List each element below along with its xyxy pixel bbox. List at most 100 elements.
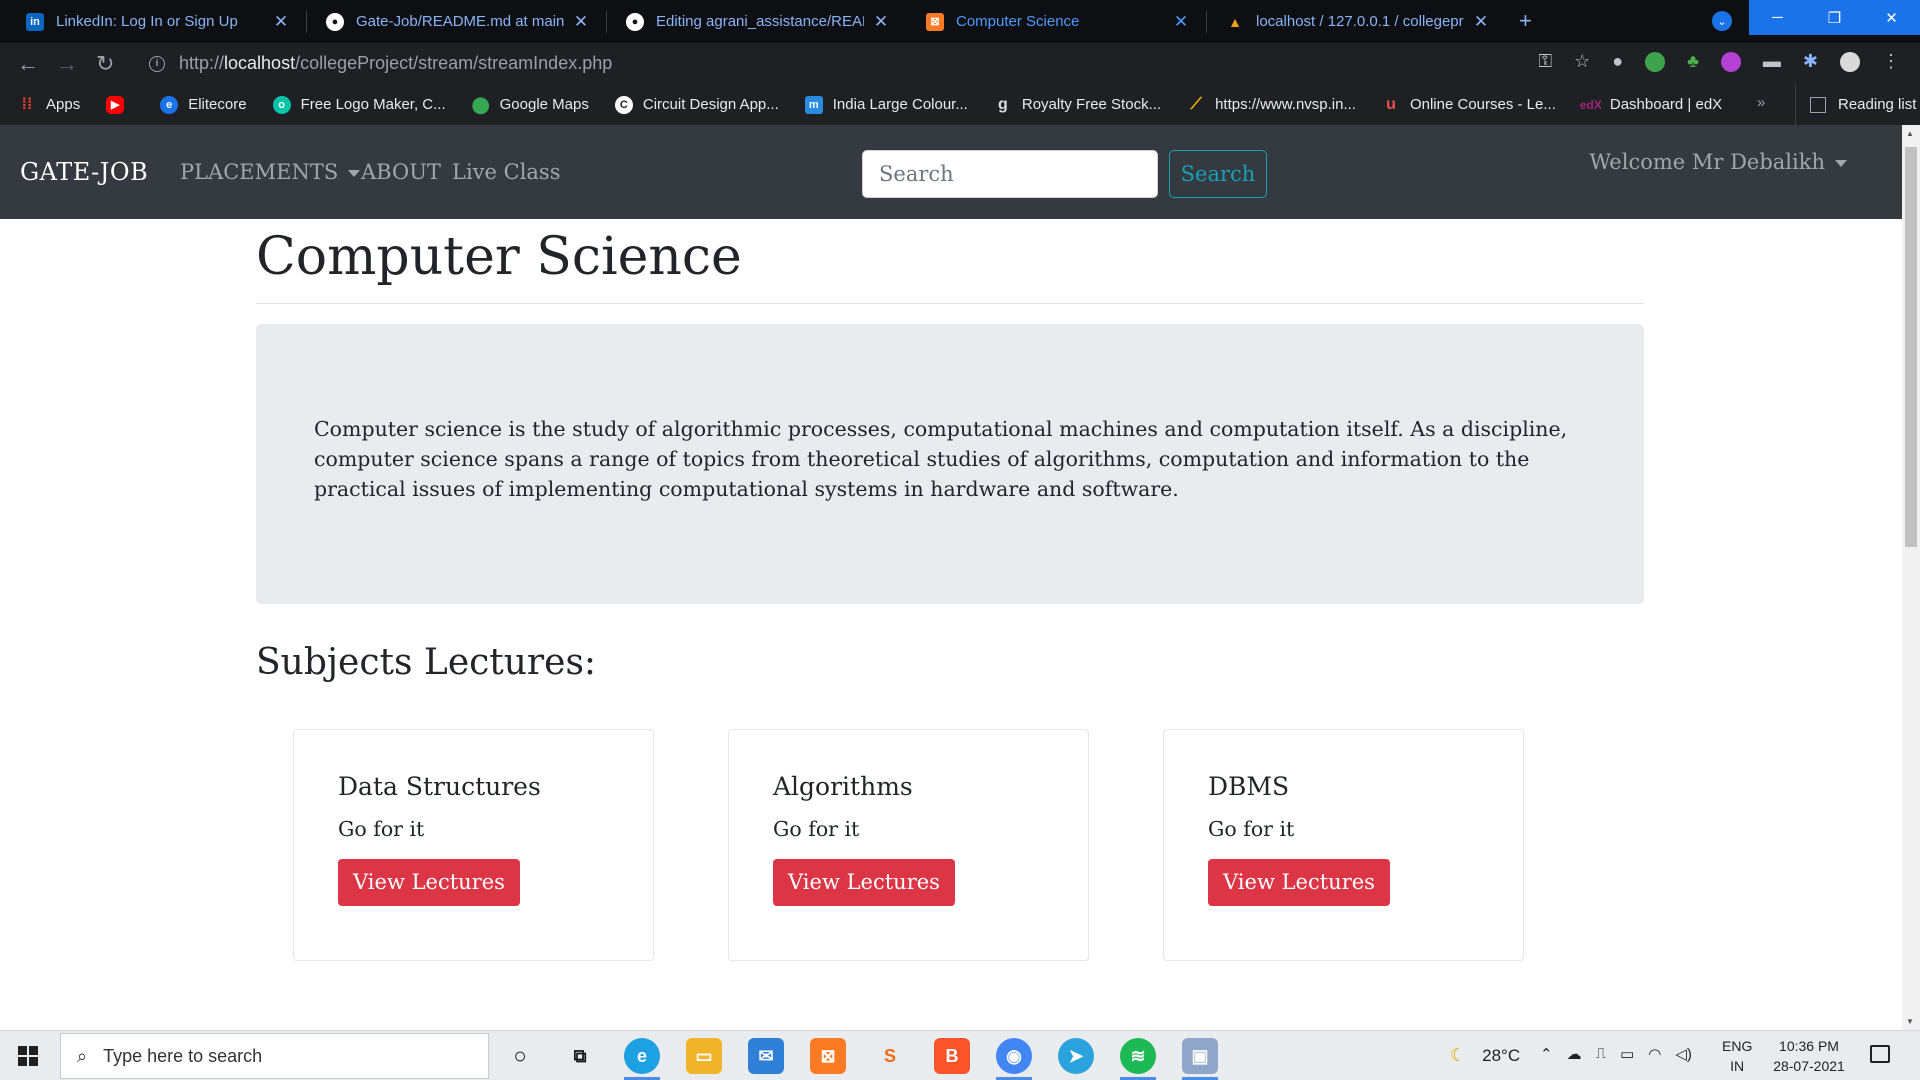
apps-grid-icon: ⁞⁞ [21,95,33,113]
tab-computer-science[interactable]: ⊠ Computer Science ✕ [900,0,1200,43]
bookmark-circuit-design[interactable]: C Circuit Design App... [614,95,779,114]
tab-search-icon[interactable]: ⌄ [1712,11,1732,31]
language-indicator[interactable]: ENG IN [1722,1036,1752,1076]
extension-camera-icon[interactable]: ▬ [1763,51,1781,72]
g-icon: g [997,95,1008,113]
taskbar-search-box[interactable]: ⌕ Type here to search [60,1033,489,1079]
edx-icon: edX [1579,97,1602,112]
youtube-icon: ▶ [106,95,125,114]
tab-github-editing[interactable]: ● Editing agrani_assistance/READM ✕ [600,0,900,43]
profile-avatar[interactable] [1840,51,1860,72]
chrome-icon[interactable]: ◉ [996,1038,1032,1080]
caret-down-icon [1835,160,1847,167]
extension-purple-icon[interactable] [1720,51,1741,72]
sublime-icon[interactable]: S [872,1038,908,1074]
scrollbar-thumb[interactable] [1905,147,1917,547]
minimize-icon[interactable]: ─ [1749,0,1806,35]
bookmark-elitecore[interactable]: e Elitecore [160,95,247,114]
view-lectures-button[interactable]: View Lectures [773,859,955,906]
github-icon: ● [626,12,644,31]
nav-placements-dropdown[interactable]: PLACEMENTS [180,160,361,184]
weather-widget[interactable]: ☾ 28°C [1450,1045,1520,1066]
view-lectures-button[interactable]: View Lectures [338,859,520,906]
site-info-icon[interactable]: i [149,55,165,72]
close-icon[interactable]: ✕ [1172,12,1190,32]
mail-icon[interactable]: ✉ [748,1038,784,1074]
udemy-icon: u [1386,95,1396,113]
divider [256,303,1644,304]
bookmark-google-maps[interactable]: ⬤ Google Maps [472,96,589,114]
xampp-icon[interactable]: ⊠ [810,1038,846,1074]
onedrive-icon[interactable]: ☁ [1567,1045,1582,1063]
bookmarks-overflow-button[interactable]: » [1757,94,1765,111]
search-icon: ⌕ [77,1045,88,1066]
scroll-up-icon[interactable]: ▲ [1906,129,1914,138]
close-icon[interactable]: ✕ [872,12,890,32]
tab-title: Computer Science [956,13,1080,30]
extension-mouse-icon[interactable]: ● [1612,51,1623,72]
search-button[interactable]: Search [1169,150,1267,198]
key-icon[interactable]: ⚿ [1538,51,1552,72]
card-title: Data Structures [338,772,541,801]
close-icon[interactable]: ✕ [272,12,290,32]
windows-start-icon[interactable] [18,1046,38,1066]
cortana-icon[interactable]: ○ [502,1038,538,1074]
close-icon[interactable]: ✕ [1472,12,1490,32]
edge-icon[interactable]: e [624,1038,660,1080]
close-icon[interactable]: ✕ [572,12,590,32]
windows-taskbar: ⌕ Type here to search ○ ⧉ e ▭ ✉ ⊠ S B ◉ … [0,1030,1920,1080]
user-dropdown[interactable]: Welcome Mr Debalikh [1589,150,1847,174]
extension-color-icon[interactable] [1645,51,1666,72]
nav-about[interactable]: ABOUT [361,160,441,184]
menu-kebab-icon[interactable]: ⋮ [1882,51,1900,72]
bookmark-udemy[interactable]: u Online Courses - Le... [1382,96,1556,114]
extension-tree-icon[interactable]: ♣ [1687,51,1699,72]
bookmark-youtube[interactable]: ▶ [106,95,134,114]
tab-linkedin[interactable]: in LinkedIn: Log In or Sign Up ✕ [0,0,300,43]
page-scrollbar[interactable]: ▲ ▼ [1902,125,1920,1030]
view-lectures-button[interactable]: View Lectures [1208,859,1390,906]
spotify-icon[interactable]: ≋ [1120,1038,1156,1080]
reload-icon[interactable]: ↻ [96,51,114,77]
usb-icon[interactable]: ⎍ [1596,1045,1607,1063]
battery-icon[interactable]: ▭ [1620,1045,1634,1063]
chevron-up-icon[interactable]: ⌃ [1540,1045,1553,1063]
restore-icon[interactable]: ❐ [1806,0,1863,35]
clock[interactable]: 10:36 PM 28-07-2021 [1764,1036,1854,1076]
elitecore-icon: e [160,95,179,114]
bookmark-india-map[interactable]: m India Large Colour... [804,95,968,114]
nvsp-icon: ⟋ [1190,95,1202,113]
scroll-down-icon[interactable]: ▼ [1906,1017,1914,1026]
card-text: Go for it [773,817,860,841]
m-icon: m [804,95,823,114]
extensions-puzzle-icon[interactable]: ✱ [1803,51,1818,72]
bookmark-apps[interactable]: ⁞⁞ Apps [18,95,81,114]
star-icon[interactable]: ☆ [1574,51,1590,72]
notification-icon[interactable] [1870,1045,1890,1063]
forward-icon[interactable]: → [56,51,78,77]
bookmark-logo-maker[interactable]: o Free Logo Maker, C... [272,95,446,114]
new-tab-button[interactable]: + [1519,8,1532,34]
task-view-icon[interactable]: ⧉ [562,1038,598,1074]
back-icon[interactable]: ← [17,51,39,77]
address-bar[interactable]: i http://localhost/collegeProject/stream… [137,47,1537,80]
volume-icon[interactable]: ◁) [1675,1045,1692,1063]
file-explorer-icon[interactable]: ▭ [686,1038,722,1074]
telegram-icon[interactable]: ➤ [1058,1038,1094,1074]
site-brand[interactable]: GATE-JOB [20,158,148,186]
subject-card-dbms: DBMS Go for it View Lectures [1163,729,1524,961]
bookmark-edx[interactable]: edX Dashboard | edX [1579,96,1722,114]
temperature: 28°C [1482,1045,1521,1065]
bookmark-nvsp[interactable]: ⟋ https://www.nvsp.in... [1187,96,1356,114]
wifi-icon[interactable]: ◠ [1648,1045,1661,1063]
circuit-icon: C [614,95,633,114]
brave-icon[interactable]: B [934,1038,970,1074]
tab-github-readme[interactable]: ● Gate-Job/README.md at main · D ✕ [300,0,600,43]
search-input[interactable] [862,150,1158,198]
close-window-icon[interactable]: ✕ [1863,0,1920,35]
reading-list-button[interactable]: Reading list [1795,84,1916,125]
bookmark-stock[interactable]: g Royalty Free Stock... [994,96,1161,114]
nav-live-class[interactable]: Live Class [452,160,561,184]
app-window-icon[interactable]: ▣ [1182,1038,1218,1080]
tab-phpmyadmin[interactable]: ▲ localhost / 127.0.0.1 / collegepro ✕ [1200,0,1500,43]
